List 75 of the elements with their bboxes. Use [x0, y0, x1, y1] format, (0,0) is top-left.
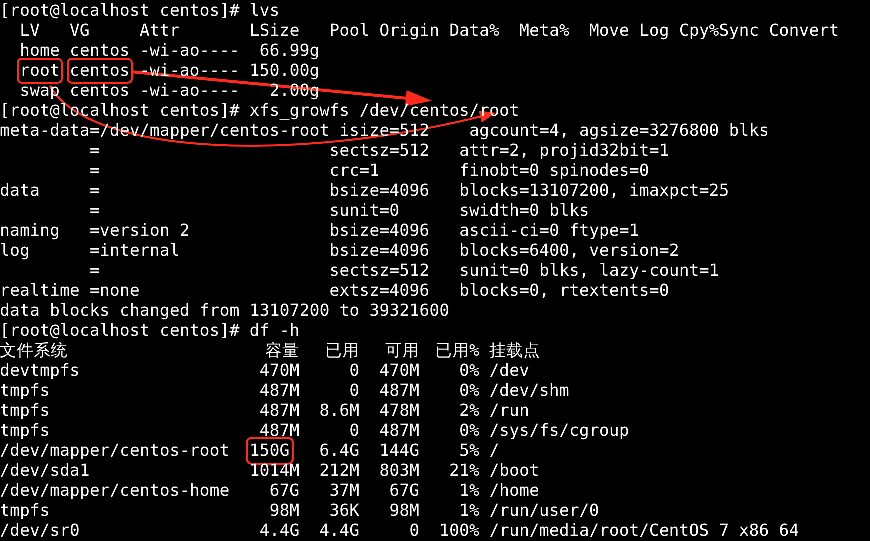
highlighted-text: centos [70, 61, 130, 81]
table-cell-text: /home [488, 481, 540, 501]
column-header: 文件系统 [0, 341, 68, 361]
table-cell: 0% [460, 361, 480, 381]
terminal-line: [root@localhost centos]# df -h [0, 321, 301, 341]
table-cell: /dev/mapper/centos-root [0, 441, 230, 461]
terminal-line: = sectsz=512 attr=2, projid32bit=1 [88, 141, 670, 161]
column-header: 挂载点 [488, 341, 540, 361]
table-cell: 67G [390, 481, 420, 501]
table-cell: /dev/sda1 [0, 461, 90, 481]
table-cell: 100% [440, 521, 480, 541]
table-cell: 487M [260, 421, 300, 441]
table-cell: 803M [380, 461, 420, 481]
table-cell: 4.4G [260, 521, 300, 541]
highlighted-text: root [20, 61, 60, 81]
table-cell: 0% [460, 381, 480, 401]
column-header: 容量 [266, 341, 300, 361]
table-cell: tmpfs [0, 501, 50, 521]
table-cell: 0 [350, 381, 360, 401]
table-cell: 0 [350, 361, 360, 381]
table-cell: tmpfs [0, 401, 50, 421]
table-cell: /dev/sr0 [0, 521, 80, 541]
table-cell: 36K [330, 501, 360, 521]
table-cell: /dev/mapper/centos-home [0, 481, 230, 501]
table-cell: 1014M [250, 461, 300, 481]
terminal-line: data = bsize=4096 blocks=13107200, imaxpct=25 [0, 181, 730, 201]
table-cell: 0% [460, 421, 480, 441]
table-cell: 6.4G [320, 441, 360, 461]
table-cell: 144G [380, 441, 420, 461]
column-header: 已用 [326, 341, 360, 361]
table-cell: 470M [380, 361, 420, 381]
table-cell: 212M [320, 461, 360, 481]
table-cell-text: /boot [488, 461, 540, 481]
table-cell-text: /dev [488, 361, 530, 381]
terminal-line: log =internal bsize=4096 blocks=6400, version=2 [0, 241, 680, 261]
table-cell: 37M [330, 481, 360, 501]
table-cell: 487M [380, 421, 420, 441]
table-cell-text: /run/user/0 [488, 501, 600, 521]
terminal-line: naming =version 2 bsize=4096 ascii-ci=0 ftype=1 [0, 221, 640, 241]
terminal-line: realtime =none extsz=4096 blocks=0, rtextents=0 [0, 281, 670, 301]
table-cell: 487M [260, 381, 300, 401]
table-cell-text: /run/media/root/CentOS 7 x86 64 [488, 521, 800, 541]
table-cell: 1% [460, 481, 480, 501]
terminal-line: data blocks changed from 13107200 to 39321600 [0, 301, 451, 321]
table-cell-text: / [488, 441, 500, 461]
table-cell: 21% [450, 461, 480, 481]
terminal-line: home centos -wi-ao---- 66.99g [18, 41, 321, 61]
table-cell: 470M [260, 361, 300, 381]
table-cell-text: /sys/fs/cgroup [488, 421, 630, 441]
table-cell: 5% [460, 441, 480, 461]
terminal-line: = sectsz=512 sunit=0 blks, lazy-count=1 [88, 261, 720, 281]
table-cell: 0 [410, 521, 420, 541]
terminal-line: LV VG Attr LSize Pool Origin Data% Meta% Move Log Cpy%Sync Convert [18, 21, 840, 41]
table-cell: 98M [270, 501, 300, 521]
table-cell: 4.4G [320, 521, 360, 541]
table-cell-text: /dev/shm [488, 381, 570, 401]
table-cell: tmpfs [0, 381, 50, 401]
table-cell: tmpfs [0, 421, 50, 441]
table-cell-text: /run [488, 401, 530, 421]
table-cell: devtmpfs [0, 361, 80, 381]
terminal-line: = sunit=0 swidth=0 blks [88, 201, 590, 221]
column-header: 可用 [386, 341, 420, 361]
table-cell: 67G [270, 481, 300, 501]
terminal-line: [root@localhost centos]# lvs [0, 1, 281, 21]
table-cell: 8.6M [320, 401, 360, 421]
table-cell: 98M [390, 501, 420, 521]
table-cell: 487M [260, 401, 300, 421]
table-cell: 0 [350, 421, 360, 441]
table-cell: 487M [380, 381, 420, 401]
terminal-line: = crc=1 finobt=0 spinodes=0 [88, 161, 650, 181]
table-cell: 1% [460, 501, 480, 521]
terminal-text: -wi-ao---- 150.00g [140, 61, 320, 81]
table-cell: 2% [460, 401, 480, 421]
table-cell: 478M [380, 401, 420, 421]
column-header: 已用% [436, 341, 480, 361]
